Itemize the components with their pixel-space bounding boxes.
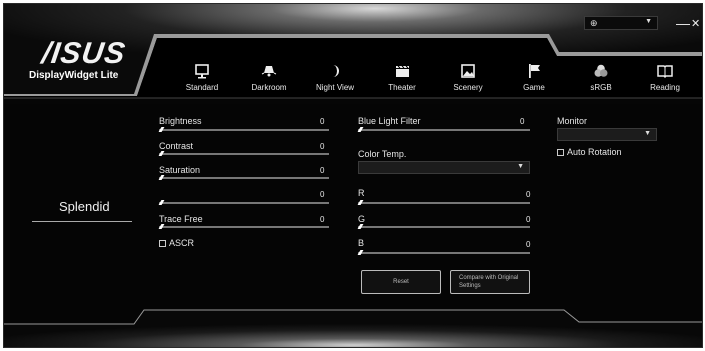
book-icon	[657, 65, 673, 79]
mode-game[interactable]: Game	[501, 62, 567, 92]
mode-scenery[interactable]: Scenery	[435, 62, 501, 92]
contrast-label: Contrast	[159, 141, 194, 151]
mode-theater[interactable]: Theater	[369, 62, 435, 92]
app-title: DisplayWidget Lite	[29, 70, 119, 81]
mode-standard[interactable]: Standard	[169, 62, 235, 92]
b-value: 0	[526, 240, 531, 249]
trace-free-label: Trace Free	[159, 214, 203, 224]
saturation-slider[interactable]	[159, 177, 329, 179]
r-slider[interactable]	[358, 202, 530, 204]
chevron-down-icon: ▼	[517, 163, 524, 170]
blue-light-filter-slider[interactable]	[358, 129, 530, 131]
flag-icon	[529, 64, 540, 78]
minimize-button[interactable]: —	[676, 15, 690, 31]
contrast-value: 0	[320, 142, 325, 151]
chevron-down-icon: ▼	[644, 130, 651, 137]
reset-button[interactable]: Reset	[361, 270, 441, 294]
unlabeled-slider-value: 0	[320, 190, 325, 199]
blue-light-filter-value: 0	[520, 117, 525, 126]
saturation-value: 0	[320, 166, 325, 175]
g-label: G	[358, 214, 366, 224]
contrast-slider[interactable]	[159, 153, 329, 155]
auto-rotation-label: Auto Rotation	[567, 147, 622, 157]
trace-free-slider[interactable]	[159, 226, 329, 228]
brightness-label: Brightness	[159, 116, 202, 126]
b-slider[interactable]	[358, 252, 530, 254]
footer-background	[4, 304, 702, 347]
compare-original-button[interactable]: Compare with Original Settings	[450, 270, 530, 294]
asus-logo: /ISUS	[39, 37, 128, 70]
saturation-label: Saturation	[159, 165, 201, 175]
color-temp-select[interactable]: ▼	[358, 161, 530, 174]
divider	[32, 221, 132, 222]
brightness-value: 0	[320, 117, 325, 126]
monitor-select[interactable]: ▼	[557, 128, 657, 141]
blue-light-filter-label: Blue Light Filter	[358, 116, 421, 126]
ascr-label: ASCR	[169, 238, 195, 248]
monitor-label: Monitor	[557, 116, 588, 126]
color-temp-label: Color Temp.	[358, 149, 407, 159]
trace-free-value: 0	[320, 215, 325, 224]
lamp-icon	[261, 66, 277, 77]
r-label: R	[358, 188, 365, 198]
mode-darkroom[interactable]: Darkroom	[236, 62, 302, 92]
b-label: B	[358, 238, 365, 248]
moon-icon	[333, 65, 339, 77]
monitor-icon	[195, 64, 209, 79]
g-value: 0	[526, 215, 531, 224]
g-slider[interactable]	[358, 226, 530, 228]
app-window: /ISUS DisplayWidget Lite ⊕ ▼ — ✕ Standar…	[3, 3, 703, 348]
chevron-down-icon: ▼	[645, 18, 652, 25]
brightness-slider[interactable]	[159, 129, 329, 131]
color-wheel-icon	[594, 64, 608, 77]
language-select[interactable]: ⊕ ▼	[584, 16, 658, 30]
unlabeled-slider[interactable]	[159, 202, 329, 204]
auto-rotation-checkbox[interactable]	[557, 149, 564, 156]
sidebar-splendid-label: Splendid	[59, 199, 110, 214]
r-value: 0	[526, 190, 531, 199]
close-button[interactable]: ✕	[691, 17, 700, 30]
mode-srgb[interactable]: sRGB	[568, 62, 634, 92]
clapperboard-icon	[396, 65, 409, 77]
mode-night-view[interactable]: Night View	[302, 62, 368, 92]
mode-reading[interactable]: Reading	[632, 62, 698, 92]
mode-bar: Standard Darkroom Night View Theater Sce…	[164, 62, 694, 96]
ascr-checkbox[interactable]	[159, 240, 166, 247]
picture-icon	[461, 64, 475, 78]
globe-icon: ⊕	[590, 18, 598, 28]
